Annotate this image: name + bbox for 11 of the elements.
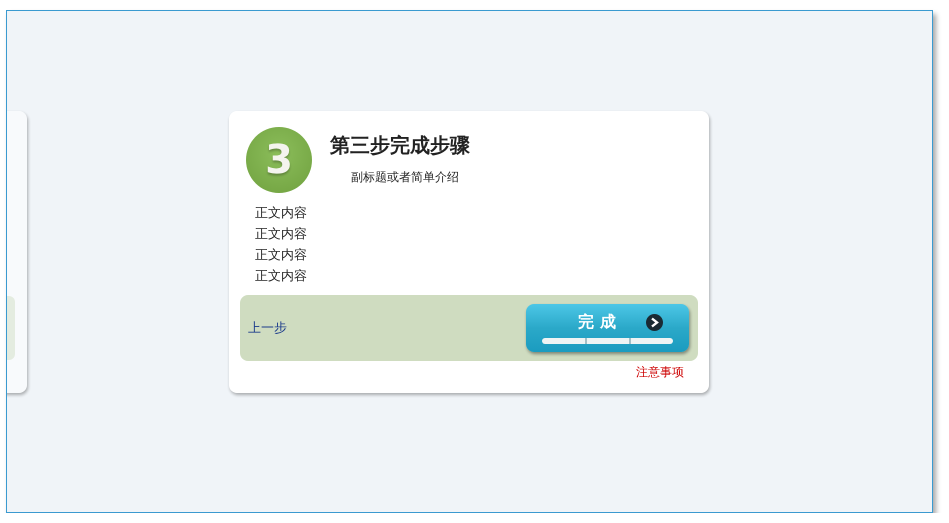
arrow-right-icon [646, 314, 663, 331]
notice-link[interactable]: 注意事项 [636, 364, 684, 381]
previous-step-link[interactable]: 上一步 [248, 319, 287, 337]
body-text: 正文内容 [255, 205, 308, 223]
step-title: 第三步完成步骤 [330, 132, 470, 159]
body-text: 正文内容 [255, 226, 308, 244]
body-text: 正文内容 [255, 268, 308, 286]
body-text: 正文内容 [255, 247, 308, 265]
step-number-badge: 3 [246, 127, 312, 193]
progress-segments-icon [542, 338, 673, 344]
step-subtitle: 副标题或者简单介绍 [351, 169, 460, 186]
